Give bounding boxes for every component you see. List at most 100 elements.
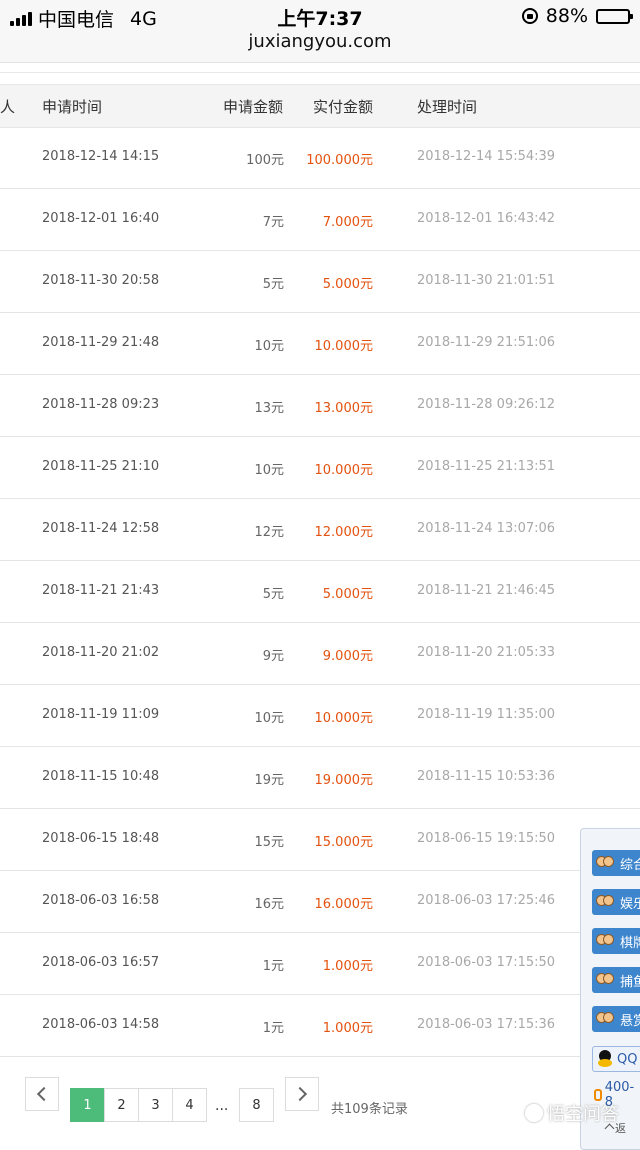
apply-amount-cell: 5元 — [262, 587, 284, 602]
side-button-label: 娱乐 — [620, 896, 640, 912]
table-row: 2018-12-14 14:15 100元 100.000元 2018-12-1… — [0, 126, 640, 189]
apply-time-cell: 2018-11-20 21:02 — [42, 645, 160, 660]
paid-amount-cell: 10.000元 — [314, 339, 374, 354]
process-time-cell: 2018-12-01 16:43:42 — [417, 211, 556, 226]
header-applicant: 人 — [0, 98, 16, 116]
side-button-general[interactable]: 综合 — [592, 850, 640, 876]
paid-amount-cell: 12.000元 — [314, 525, 374, 540]
apply-time-cell: 2018-11-25 21:10 — [42, 459, 160, 474]
paid-amount-cell: 1.000元 — [322, 959, 373, 974]
divider — [0, 62, 640, 63]
people-icon — [596, 971, 614, 989]
next-page-button[interactable] — [285, 1077, 319, 1111]
battery-percent: 88% — [545, 5, 588, 27]
side-button-label: 悬赏 — [620, 1013, 640, 1029]
table-header: 人 申请时间 申请金额 实付金额 处理时间 — [0, 84, 640, 128]
side-button-reward[interactable]: 悬赏 — [592, 1006, 640, 1032]
apply-time-cell: 2018-06-15 18:48 — [42, 831, 160, 846]
apply-time-cell: 2018-11-21 21:43 — [42, 583, 160, 598]
side-button-label: 捕鱼 — [620, 974, 640, 990]
process-time-cell: 2018-11-28 09:26:12 — [417, 397, 556, 412]
page-1-button[interactable]: 1 — [70, 1088, 105, 1122]
chevron-right-icon — [292, 1086, 308, 1102]
paid-amount-cell: 5.000元 — [322, 587, 373, 602]
apply-amount-cell: 16元 — [254, 897, 284, 912]
apply-time-cell: 2018-12-01 16:40 — [42, 211, 160, 226]
apply-time-cell: 2018-11-24 12:58 — [42, 521, 160, 536]
side-button-chess[interactable]: 棋牌 — [592, 928, 640, 954]
paid-amount-cell: 7.000元 — [322, 215, 373, 230]
table-row: 2018-11-30 20:58 5元 5.000元 2018-11-30 21… — [0, 250, 640, 313]
paid-amount-cell: 1.000元 — [322, 1021, 373, 1036]
page-4-button[interactable]: 4 — [172, 1088, 207, 1122]
table-row: 2018-11-28 09:23 13元 13.000元 2018-11-28 … — [0, 374, 640, 437]
page-last-button[interactable]: 8 — [239, 1088, 274, 1122]
people-icon — [596, 1010, 614, 1028]
watermark: 悟空问答 — [525, 1100, 619, 1126]
process-time-cell: 2018-06-03 17:15:36 — [417, 1017, 556, 1032]
apply-amount-cell: 7元 — [262, 215, 284, 230]
apply-amount-cell: 13元 — [254, 401, 284, 416]
qq-penguin-icon — [597, 1050, 613, 1068]
process-time-cell: 2018-11-30 21:01:51 — [417, 273, 556, 288]
process-time-cell: 2018-11-25 21:13:51 — [417, 459, 556, 474]
paid-amount-cell: 19.000元 — [314, 773, 374, 788]
table-row: 2018-11-21 21:43 5元 5.000元 2018-11-21 21… — [0, 560, 640, 623]
process-time-cell: 2018-06-15 19:15:50 — [417, 831, 556, 846]
apply-amount-cell: 19元 — [254, 773, 284, 788]
page-ellipsis: ... — [215, 1098, 229, 1114]
paid-amount-cell: 5.000元 — [322, 277, 373, 292]
header-process-time: 处理时间 — [417, 98, 478, 116]
battery-icon — [596, 8, 633, 24]
apply-amount-cell: 100元 — [246, 153, 284, 168]
page-2-button[interactable]: 2 — [104, 1088, 139, 1122]
chevron-up-icon — [604, 1123, 615, 1133]
apply-time-cell: 2018-06-03 14:58 — [42, 1017, 160, 1032]
table-row: 2018-11-24 12:58 12元 12.000元 2018-11-24 … — [0, 498, 640, 561]
chevron-left-icon — [36, 1086, 52, 1102]
table-row: 2018-12-01 16:40 7元 7.000元 2018-12-01 16… — [0, 188, 640, 251]
table-row: 2018-11-19 11:09 10元 10.000元 2018-11-19 … — [0, 684, 640, 747]
process-time-cell: 2018-11-19 11:35:00 — [417, 707, 556, 722]
header-apply-amount: 申请金额 — [223, 98, 284, 116]
process-time-cell: 2018-06-03 17:25:46 — [417, 893, 556, 908]
apply-amount-cell: 9元 — [262, 649, 284, 664]
table-row: 2018-11-20 21:02 9元 9.000元 2018-11-20 21… — [0, 622, 640, 685]
apply-time-cell: 2018-11-15 10:48 — [42, 769, 160, 784]
apply-amount-cell: 1元 — [262, 959, 284, 974]
side-button-fishing[interactable]: 捕鱼 — [592, 967, 640, 993]
table-row: 2018-06-03 16:58 16元 16.000元 2018-06-03 … — [0, 870, 640, 933]
table-row: 2018-06-03 14:58 1元 1.000元 2018-06-03 17… — [0, 994, 640, 1057]
people-icon — [596, 893, 614, 911]
apply-time-cell: 2018-11-30 20:58 — [42, 273, 160, 288]
qq-contact-button[interactable]: QQ — [592, 1046, 640, 1072]
table-row: 2018-11-15 10:48 19元 19.000元 2018-11-15 … — [0, 746, 640, 809]
url-bar[interactable]: juxiangyou.com — [0, 31, 640, 52]
apply-amount-cell: 1元 — [262, 1021, 284, 1036]
divider — [0, 72, 640, 73]
side-button-label: 综合 — [620, 857, 640, 873]
prev-page-button[interactable] — [25, 1077, 59, 1111]
back-label: 返 — [615, 1122, 626, 1135]
orientation-lock-icon — [521, 8, 538, 24]
paid-amount-cell: 10.000元 — [314, 711, 374, 726]
people-icon — [596, 932, 614, 950]
header-apply-time: 申请时间 — [42, 98, 103, 116]
process-time-cell: 2018-11-24 13:07:06 — [417, 521, 556, 536]
people-icon — [596, 854, 614, 872]
apply-time-cell: 2018-12-14 14:15 — [42, 149, 160, 164]
paid-amount-cell: 16.000元 — [314, 897, 374, 912]
side-button-entertainment[interactable]: 娱乐 — [592, 889, 640, 915]
page-3-button[interactable]: 3 — [138, 1088, 173, 1122]
paid-amount-cell: 100.000元 — [306, 153, 373, 168]
paid-amount-cell: 10.000元 — [314, 463, 374, 478]
table-row: 2018-06-15 18:48 15元 15.000元 2018-06-15 … — [0, 808, 640, 871]
paid-amount-cell: 15.000元 — [314, 835, 374, 850]
status-bar: 中国电信 4G 上午7:37 juxiangyou.com 88% — [0, 0, 640, 62]
paid-amount-cell: 13.000元 — [314, 401, 374, 416]
apply-time-cell: 2018-11-29 21:48 — [42, 335, 160, 350]
process-time-cell: 2018-11-21 21:46:45 — [417, 583, 556, 598]
apply-amount-cell: 10元 — [254, 463, 284, 478]
back-button[interactable]: 返 — [604, 1120, 626, 1136]
process-time-cell: 2018-11-20 21:05:33 — [417, 645, 556, 660]
